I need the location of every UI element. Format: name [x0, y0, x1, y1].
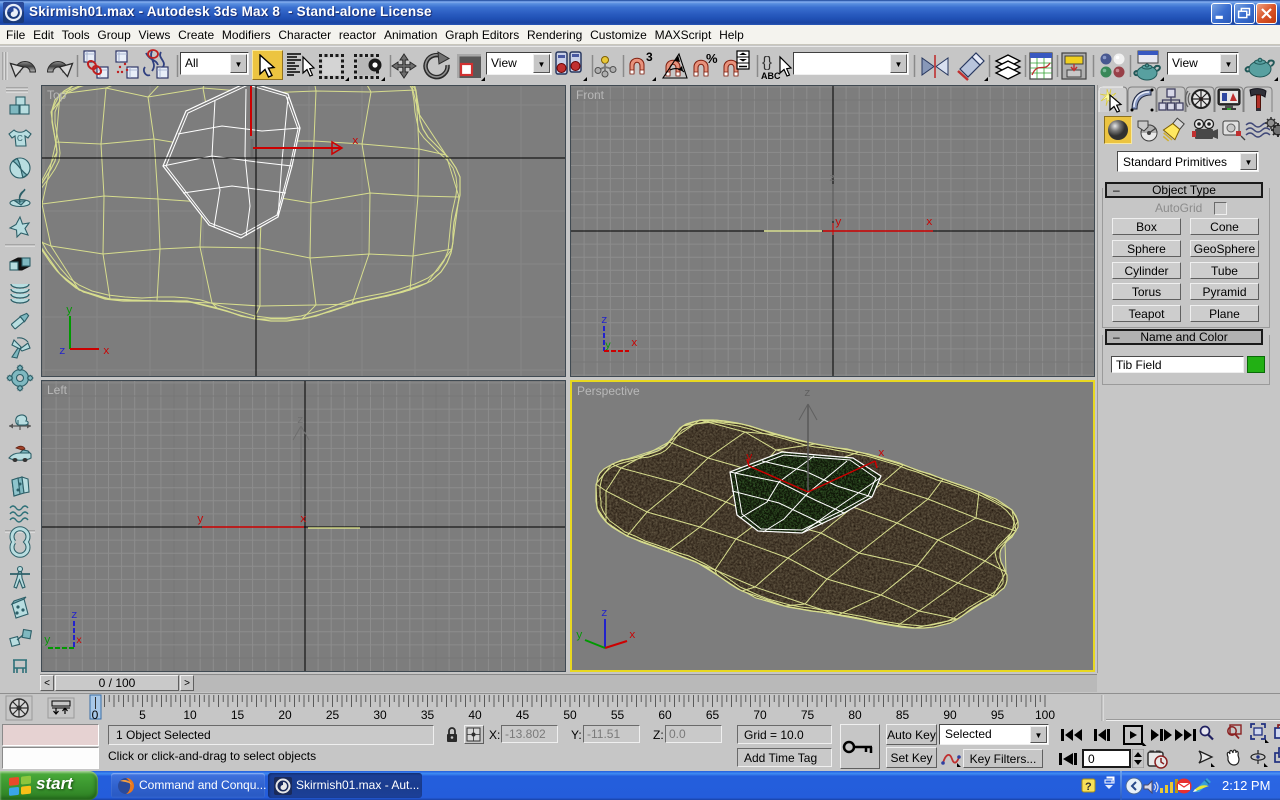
svg-text:y: y	[576, 630, 583, 642]
svg-text:20: 20	[278, 708, 292, 722]
svg-text:100: 100	[1035, 708, 1055, 722]
svg-text:65: 65	[706, 708, 720, 722]
svg-text:40: 40	[468, 708, 482, 722]
svg-text:0: 0	[92, 708, 99, 722]
svg-text:3: 3	[646, 50, 653, 64]
svg-text:z: z	[59, 346, 66, 358]
svg-text:x: x	[629, 630, 636, 642]
svg-text:15: 15	[231, 708, 245, 722]
svg-text:{}: {}	[762, 54, 772, 71]
svg-text:10: 10	[183, 708, 197, 722]
svg-text:50: 50	[563, 708, 577, 722]
svg-text:35: 35	[421, 708, 435, 722]
svg-text:x: x	[878, 448, 885, 460]
svg-text:95: 95	[991, 708, 1005, 722]
svg-text:x: x	[631, 338, 638, 350]
svg-text:60: 60	[658, 708, 672, 722]
svg-text:z: z	[601, 315, 608, 327]
svg-text:z: z	[829, 173, 836, 185]
svg-text:y: y	[44, 635, 51, 647]
svg-text:30: 30	[373, 708, 387, 722]
svg-text:85: 85	[896, 708, 910, 722]
svg-text:y: y	[66, 305, 73, 317]
svg-text:x: x	[76, 636, 82, 647]
svg-text:C: C	[17, 134, 23, 143]
svg-text:x: x	[103, 346, 110, 358]
svg-text:z: z	[297, 415, 304, 427]
svg-text:45: 45	[516, 708, 530, 722]
svg-text:55: 55	[611, 708, 625, 722]
svg-text:75: 75	[801, 708, 815, 722]
svg-text:70: 70	[753, 708, 767, 722]
svg-text:x: x	[926, 217, 933, 229]
svg-text:y: y	[605, 341, 611, 352]
svg-text:ABC: ABC	[761, 71, 781, 81]
svg-text:80: 80	[848, 708, 862, 722]
svg-text:5: 5	[139, 708, 146, 722]
svg-text:%: %	[706, 51, 718, 66]
svg-text:z: z	[71, 610, 78, 622]
svg-text:90: 90	[943, 708, 957, 722]
svg-text:y: y	[835, 217, 842, 229]
svg-text:25: 25	[326, 708, 340, 722]
svg-text:x: x	[352, 136, 359, 148]
svg-text:z: z	[601, 608, 608, 620]
svg-text:x: x	[300, 514, 307, 526]
svg-text:z: z	[804, 388, 811, 400]
svg-text:y: y	[746, 452, 753, 464]
svg-text:?: ?	[1085, 781, 1092, 793]
svg-text:y: y	[197, 514, 204, 526]
